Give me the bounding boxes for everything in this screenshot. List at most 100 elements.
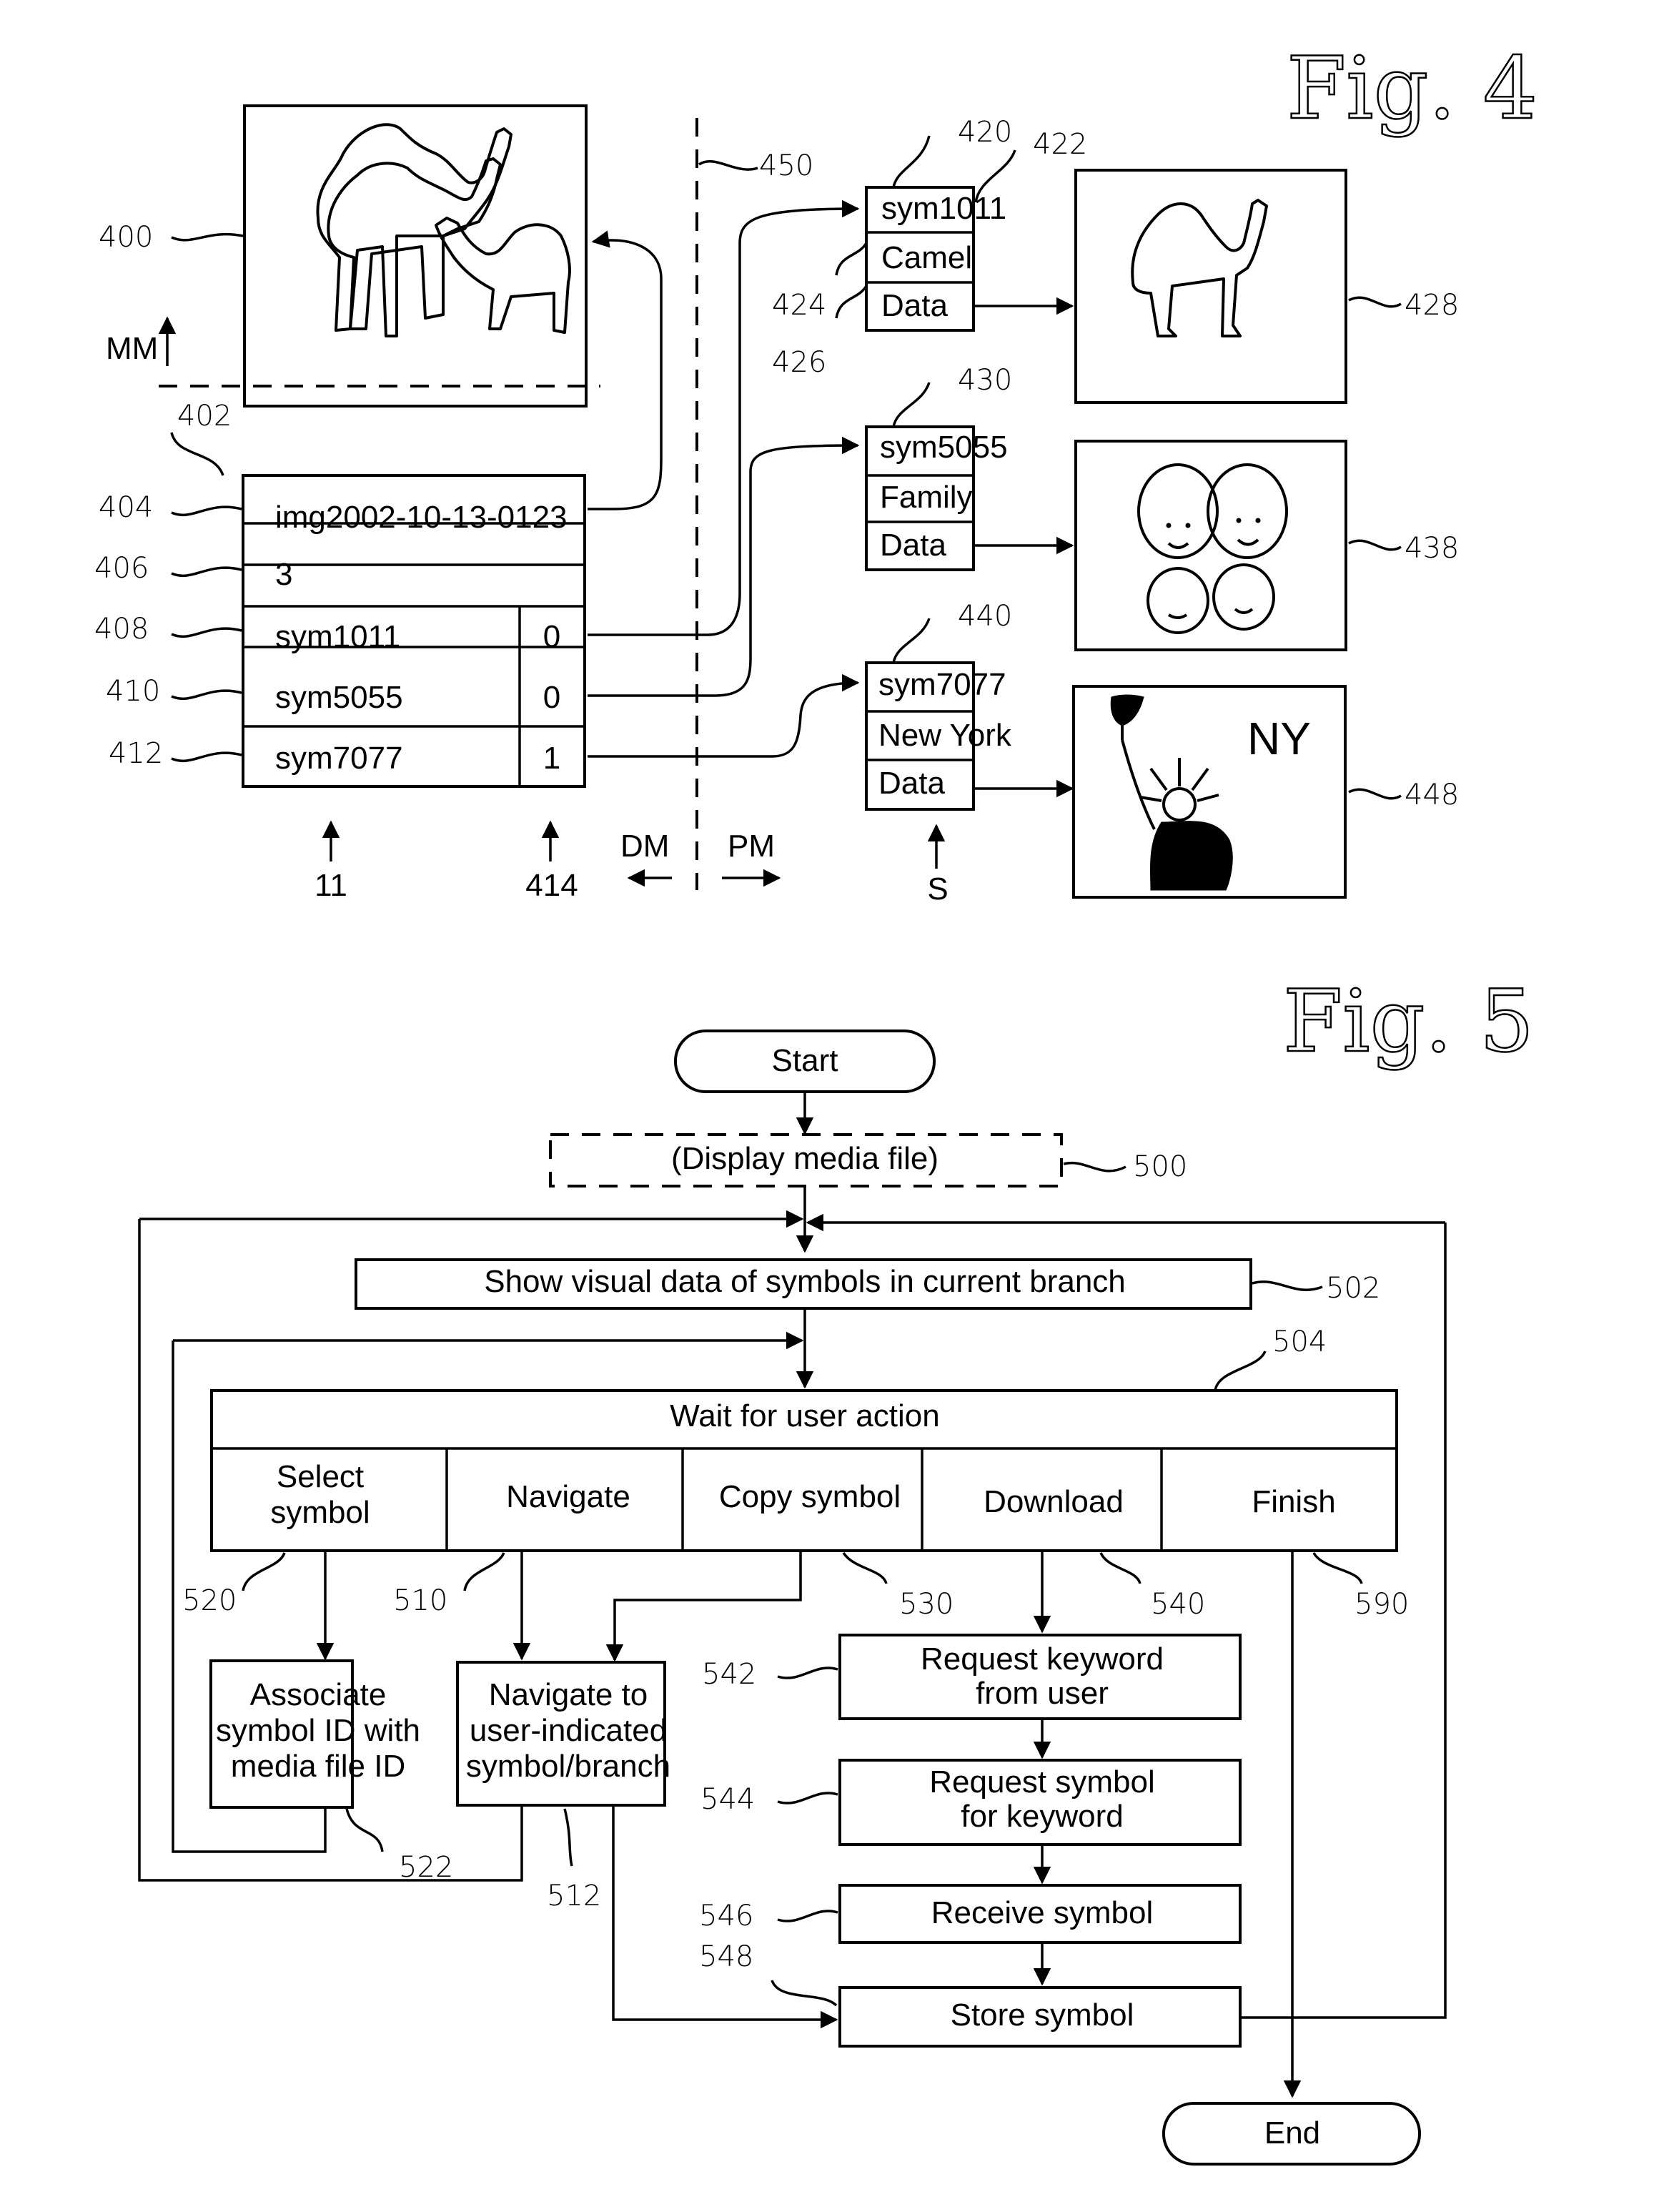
leader-512 (563, 1808, 573, 1867)
ref-412: 412 (109, 737, 163, 770)
leader-430 (892, 382, 931, 428)
display-media-label: (Display media file) (671, 1141, 939, 1176)
navigate-to-line3: symbol/branch (466, 1749, 670, 1784)
leader-410 (171, 689, 242, 701)
symbol-flag-row-1: 0 (543, 619, 560, 654)
ref-400: 400 (99, 221, 153, 254)
ref-424-label: 424 (772, 289, 826, 322)
ref-520: 520 (182, 1584, 237, 1617)
associate-line3: media file ID (231, 1749, 406, 1784)
ref-420: 420 (958, 116, 1012, 149)
link-sym5055 (588, 436, 860, 697)
leader-548 (771, 1980, 838, 2007)
fig4-title: Fig. 4 (1287, 39, 1537, 139)
navigate-to-line1: Navigate to (489, 1677, 648, 1712)
leader-412 (171, 751, 242, 763)
link-sym1011 (588, 199, 860, 636)
ref-590: 590 (1355, 1588, 1409, 1621)
leader-400 (171, 232, 244, 242)
leader-500 (1063, 1161, 1126, 1172)
ref-504: 504 (1272, 1325, 1327, 1358)
action-download: Download (984, 1484, 1124, 1519)
symbol-2-id: sym5055 (880, 430, 1008, 465)
fig5-title: Fig. 5 (1283, 972, 1534, 1072)
symbol-id-row-2: sym5055 (275, 680, 403, 715)
s-label: S (927, 872, 948, 907)
ref-410: 410 (106, 675, 160, 708)
ref-548: 548 (699, 1940, 753, 1973)
leader-504 (1214, 1351, 1267, 1391)
ref-414: 414 (525, 868, 578, 903)
leader-542 (777, 1667, 838, 1679)
action-finish: Finish (1252, 1484, 1335, 1519)
navigate-to-line2: user-indicated (470, 1713, 667, 1748)
start-label: Start (772, 1043, 838, 1078)
action-select-line2: symbol (270, 1495, 370, 1530)
loop-store-return (1240, 1223, 1447, 2019)
ref-408: 408 (94, 613, 149, 646)
leader-438 (1348, 539, 1402, 551)
leader-450 (698, 160, 758, 171)
ny-text: NY (1247, 713, 1311, 764)
leader-404 (171, 505, 242, 517)
leader-544 (777, 1792, 838, 1804)
ref-530: 530 (899, 1588, 954, 1621)
leader-448 (1348, 788, 1402, 800)
ref-540: 540 (1151, 1588, 1205, 1621)
request-symbol-line2: for keyword (961, 1799, 1123, 1834)
media-file-400 (243, 104, 588, 408)
symbol-3-data: Data (878, 766, 945, 801)
symbol-image-438 (1074, 440, 1347, 651)
symbol-2-data: Data (880, 528, 946, 563)
ref-542: 542 (702, 1658, 756, 1691)
leader-402 (170, 432, 224, 476)
mm-label: MM (106, 331, 158, 366)
request-symbol-line1: Request symbol (929, 1764, 1154, 1799)
ref-502: 502 (1326, 1272, 1380, 1305)
leader-522 (345, 1808, 384, 1852)
symbol-1-name: Camel (881, 240, 972, 275)
symbol-id-row-3: sym7077 (275, 741, 403, 776)
ref-510: 510 (393, 1584, 447, 1617)
leader-428 (1348, 296, 1402, 308)
ref-438: 438 (1405, 532, 1459, 565)
ref-448: 448 (1405, 779, 1459, 811)
link-sym7077 (588, 673, 860, 758)
action-copy-symbol: Copy symbol (719, 1479, 901, 1514)
leader-510 (463, 1552, 505, 1591)
leader-420 (892, 135, 931, 188)
symbol-3-id: sym7077 (878, 667, 1006, 702)
associate-line2: symbol ID with (216, 1713, 420, 1748)
symbol-image-428 (1074, 169, 1347, 404)
ref-428: 428 (1405, 289, 1459, 322)
leader-590 (1312, 1552, 1363, 1584)
associate-line1: Associate (250, 1677, 387, 1712)
ref-500: 500 (1133, 1150, 1187, 1183)
ref-450: 450 (759, 149, 813, 182)
symbol-flag-row-2: 0 (543, 680, 560, 715)
show-visual-label: Show visual data of symbols in current b… (484, 1264, 1126, 1299)
leader-502 (1252, 1280, 1323, 1291)
ref-440: 440 (958, 600, 1012, 633)
leader-520 (242, 1552, 286, 1591)
leader-408 (171, 627, 242, 638)
action-navigate: Navigate (506, 1479, 630, 1514)
symbol-image-448: NY (1072, 685, 1347, 899)
leader-424 (835, 242, 868, 276)
ref-430: 430 (958, 364, 1012, 397)
wait-label: Wait for user action (670, 1398, 939, 1433)
leader-440 (892, 618, 931, 663)
link-record-to-media (588, 230, 663, 510)
ref-11: 11 (315, 868, 347, 903)
flow-copy-to-navigate (605, 1551, 802, 1662)
leader-426 (835, 285, 868, 319)
patent-drawing-sheet: Fig. 4 400 MM 402 img2002-10-13-0123 3 s… (94, 39, 1538, 2166)
end-label: End (1264, 2115, 1320, 2151)
symbol-flag-row-3: 1 (543, 741, 560, 776)
leader-540 (1099, 1552, 1142, 1584)
leader-406 (171, 566, 242, 578)
pm-label: PM (728, 829, 775, 864)
symbol-id-row-1: sym1011 (275, 619, 400, 654)
media-file-id: img2002-10-13-0123 (275, 500, 568, 535)
symbol-3-name: New York (878, 718, 1012, 753)
